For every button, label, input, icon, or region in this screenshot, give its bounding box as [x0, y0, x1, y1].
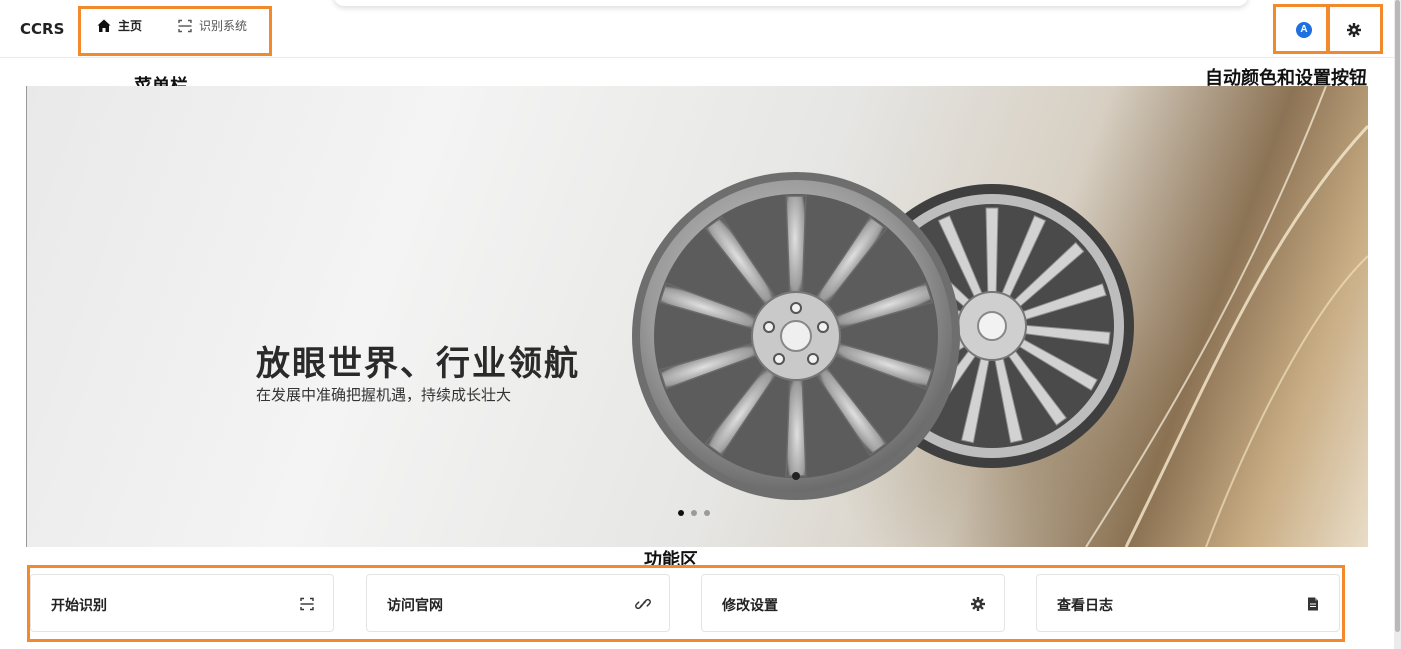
settings-button[interactable]: [1346, 22, 1362, 38]
home-icon: [97, 19, 111, 32]
nav-item-home[interactable]: 主页: [96, 17, 142, 34]
banner-left-edge: [26, 86, 27, 547]
auto-color-button[interactable]: A: [1296, 22, 1312, 38]
scrollbar-thumb[interactable]: [1395, 0, 1400, 632]
hero-banner: 放眼世界、行业领航 在发展中准确把握机遇，持续成长壮大: [26, 86, 1368, 547]
carousel-indicators: [678, 510, 710, 516]
page: CCRS 主页 识别系统 A 菜单栏 自动颜色和设置按钮: [0, 0, 1394, 649]
nav-item-label: 识别系统: [199, 19, 248, 33]
gear-icon: [971, 597, 985, 611]
app-logo[interactable]: CCRS: [20, 20, 64, 38]
nav-item-label: 主页: [118, 19, 143, 33]
feature-card-start-recognition[interactable]: 开始识别: [30, 574, 334, 632]
banner-subtitle: 在发展中准确把握机遇，持续成长壮大: [256, 386, 512, 404]
feature-card-view-logs[interactable]: 查看日志: [1036, 574, 1340, 632]
scan-icon: [178, 19, 192, 32]
feature-card-label: 修改设置: [722, 598, 778, 614]
scan-icon: [300, 597, 314, 611]
feature-card-modify-settings[interactable]: 修改设置: [701, 574, 1005, 632]
wheels-image: [632, 86, 1368, 547]
link-icon: [635, 598, 651, 610]
feature-card-visit-website[interactable]: 访问官网: [366, 574, 670, 632]
vertical-scrollbar[interactable]: [1394, 0, 1401, 649]
document-icon: [1308, 597, 1318, 611]
feature-card-label: 开始识别: [51, 598, 107, 614]
feature-card-label: 查看日志: [1057, 598, 1113, 614]
banner-title: 放眼世界、行业领航: [256, 344, 580, 384]
carousel-dot[interactable]: [691, 510, 697, 516]
nav-item-recognition[interactable]: 识别系统: [177, 17, 247, 34]
carousel-dot[interactable]: [704, 510, 710, 516]
carousel-dot[interactable]: [678, 510, 684, 516]
feature-card-label: 访问官网: [387, 598, 443, 614]
